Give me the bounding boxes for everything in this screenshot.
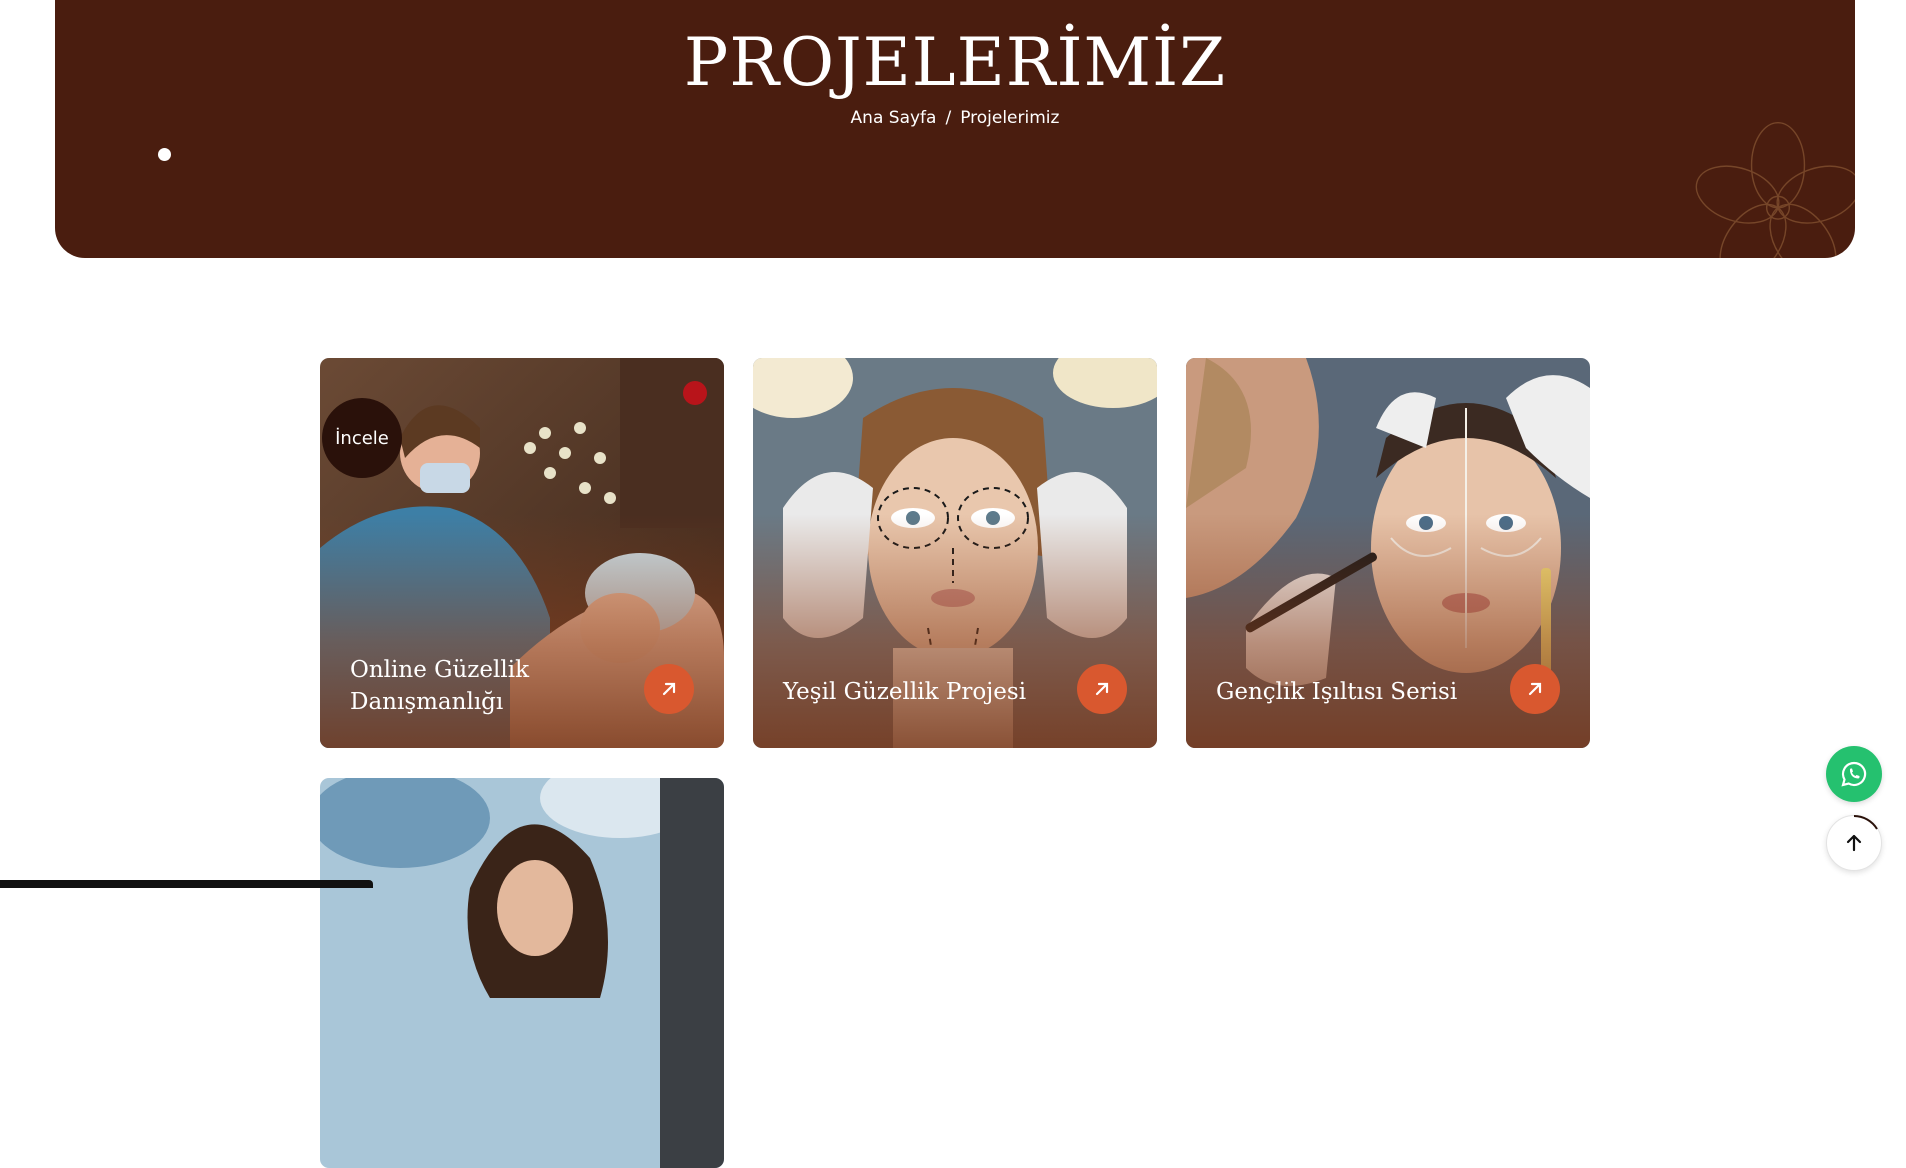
project-title: Online Güzellik Danışmanlığı [350, 654, 620, 718]
decorative-dot [158, 148, 171, 161]
flower-decoration-icon [1695, 122, 1855, 258]
whatsapp-icon [1841, 761, 1867, 787]
project-title: Gençlik Işıltısı Serisi [1216, 679, 1458, 705]
project-card[interactable] [320, 778, 724, 1168]
project-title-line: Online Güzellik [350, 657, 530, 683]
page-title: PROJELERİMİZ [683, 24, 1227, 101]
link-status-bar [0, 880, 373, 888]
arrow-up-right-icon[interactable] [644, 664, 694, 714]
breadcrumb: Ana Sayfa / Projelerimiz [55, 108, 1855, 128]
back-to-top-button[interactable] [1826, 815, 1882, 871]
project-card[interactable]: Gençlik Işıltısı Serisi [1186, 358, 1590, 748]
arrow-up-right-icon[interactable] [1077, 664, 1127, 714]
project-card[interactable]: İncele Online Güzellik Danışmanlığı [320, 358, 724, 748]
arrow-up-right-icon[interactable] [1510, 664, 1560, 714]
breadcrumb-current: Projelerimiz [960, 108, 1060, 128]
page-header-banner: PROJELERİMİZ Ana Sayfa / Projelerimiz [55, 0, 1855, 258]
project-card[interactable]: Yeşil Güzellik Projesi [753, 358, 1157, 748]
whatsapp-button[interactable] [1826, 746, 1882, 802]
project-title-line: Danışmanlığı [350, 689, 504, 715]
breadcrumb-separator: / [945, 108, 952, 128]
project-photo-woman [320, 778, 724, 1168]
breadcrumb-home-link[interactable]: Ana Sayfa [851, 108, 937, 128]
scroll-progress-ring [1853, 815, 1878, 830]
incele-badge[interactable]: İncele [322, 398, 402, 478]
project-title: Yeşil Güzellik Projesi [783, 679, 1027, 705]
